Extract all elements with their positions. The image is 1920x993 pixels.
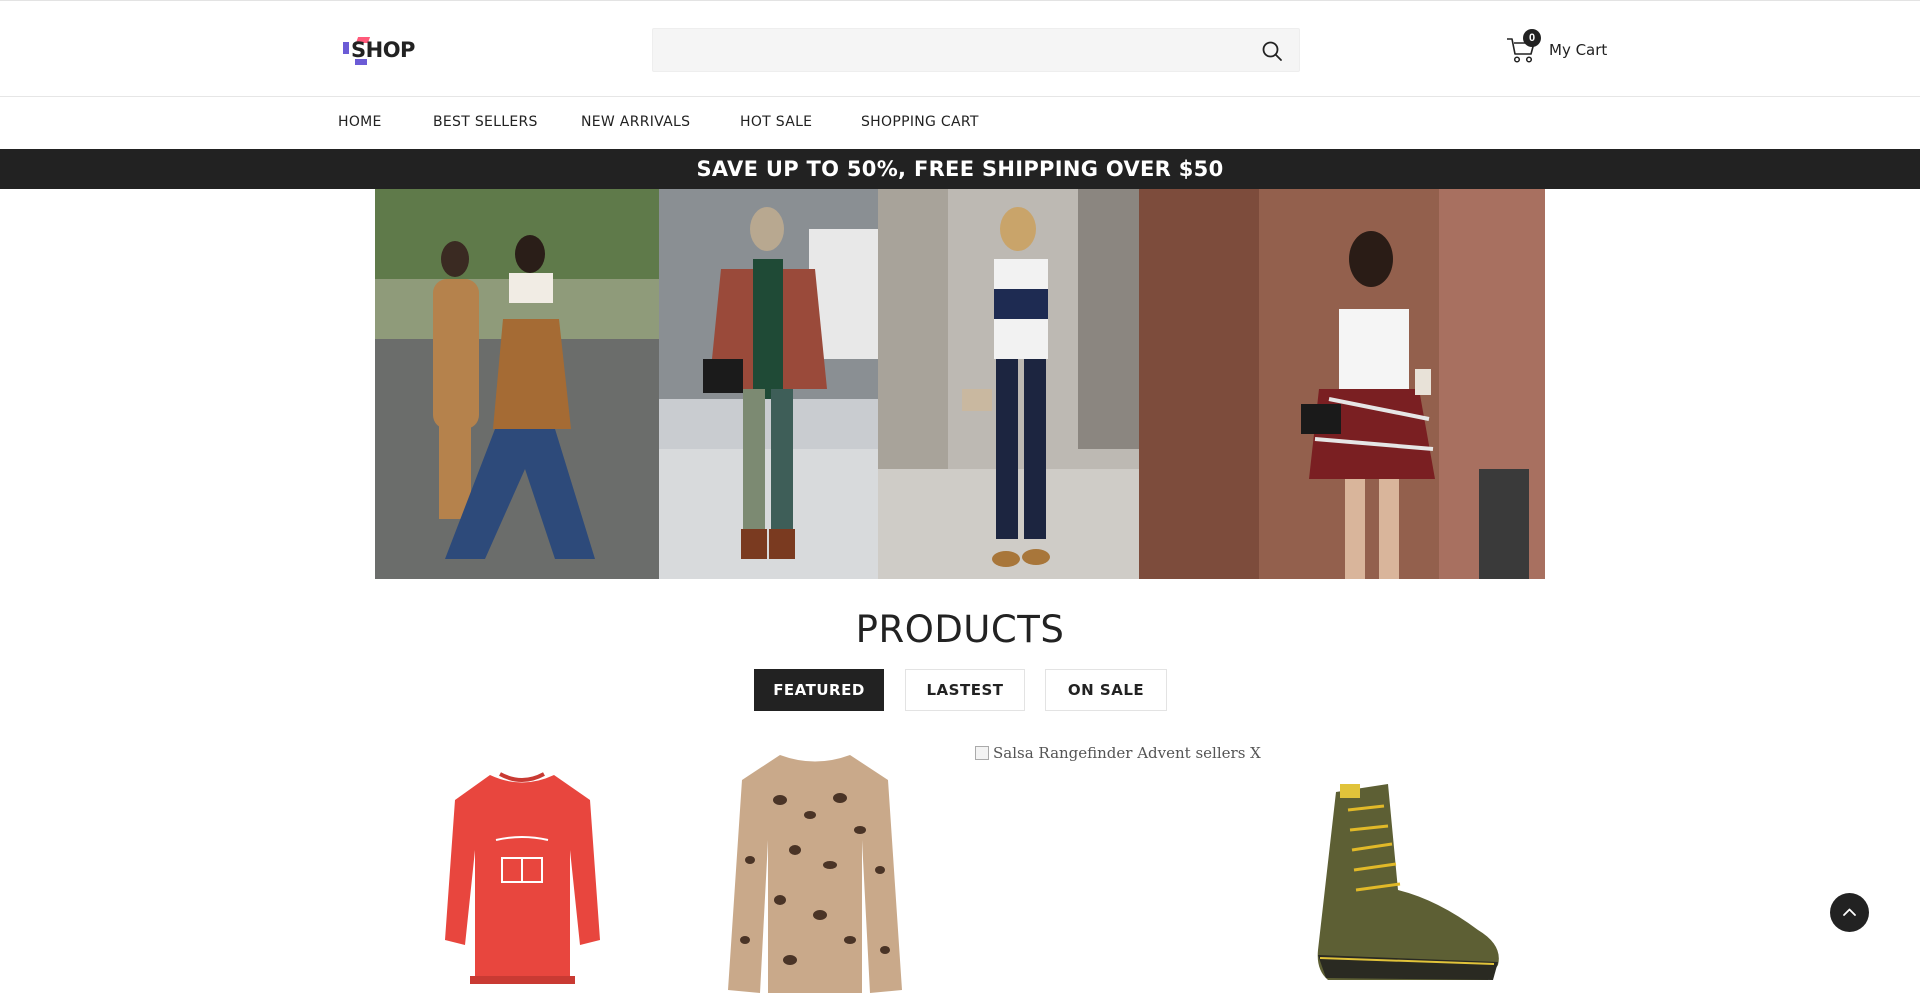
cart-count-badge: 0	[1523, 29, 1541, 47]
product-tabs: FEATURED LASTEST ON SALE	[0, 669, 1920, 711]
hero-banner[interactable]	[375, 189, 1545, 579]
section-title: PRODUCTS	[855, 608, 1065, 651]
tab-lastest[interactable]: LASTEST	[905, 669, 1025, 711]
cart-label: My Cart	[1549, 41, 1608, 59]
hero-photo-4	[1139, 189, 1545, 579]
scroll-to-top-button[interactable]	[1830, 893, 1869, 932]
hero-photo-3	[878, 189, 1139, 579]
site-header: SHOP 0 My Cart	[0, 0, 1920, 97]
nav-home[interactable]: HOME	[338, 114, 382, 130]
product-image-broken[interactable]: Salsa Rangefinder Advent sellers X	[975, 744, 1261, 762]
logo-text: SHOP	[351, 38, 415, 62]
search-icon[interactable]	[1261, 40, 1283, 62]
cart-link[interactable]: 0 My Cart	[1506, 29, 1608, 67]
product-image-sweatshirt[interactable]	[440, 740, 605, 993]
product-image-boot[interactable]	[1288, 740, 1508, 993]
broken-image-alt: Salsa Rangefinder Advent sellers X	[993, 744, 1261, 762]
chevron-up-icon	[1843, 908, 1856, 916]
broken-image-icon	[975, 746, 989, 760]
search-bar	[652, 28, 1300, 72]
search-input[interactable]	[653, 29, 1233, 71]
tab-on-sale[interactable]: ON SALE	[1045, 669, 1167, 711]
nav-hot-sale[interactable]: HOT SALE	[740, 114, 812, 130]
nav-new-arrivals[interactable]: NEW ARRIVALS	[581, 114, 690, 130]
nav-best-sellers[interactable]: BEST SELLERS	[433, 114, 538, 130]
hero-photo-2	[659, 189, 878, 579]
nav-shopping-cart[interactable]: SHOPPING CART	[861, 114, 979, 130]
hero-photo-1	[375, 189, 659, 579]
logo-mark-purple	[343, 42, 349, 54]
main-nav: HOME BEST SELLERS NEW ARRIVALS HOT SALE …	[0, 97, 1920, 149]
promo-banner: SAVE UP TO 50%, FREE SHIPPING OVER $50	[0, 149, 1920, 189]
product-image-leopard-top[interactable]	[720, 740, 910, 993]
tab-featured[interactable]: FEATURED	[754, 669, 884, 711]
logo[interactable]: SHOP	[343, 34, 415, 66]
